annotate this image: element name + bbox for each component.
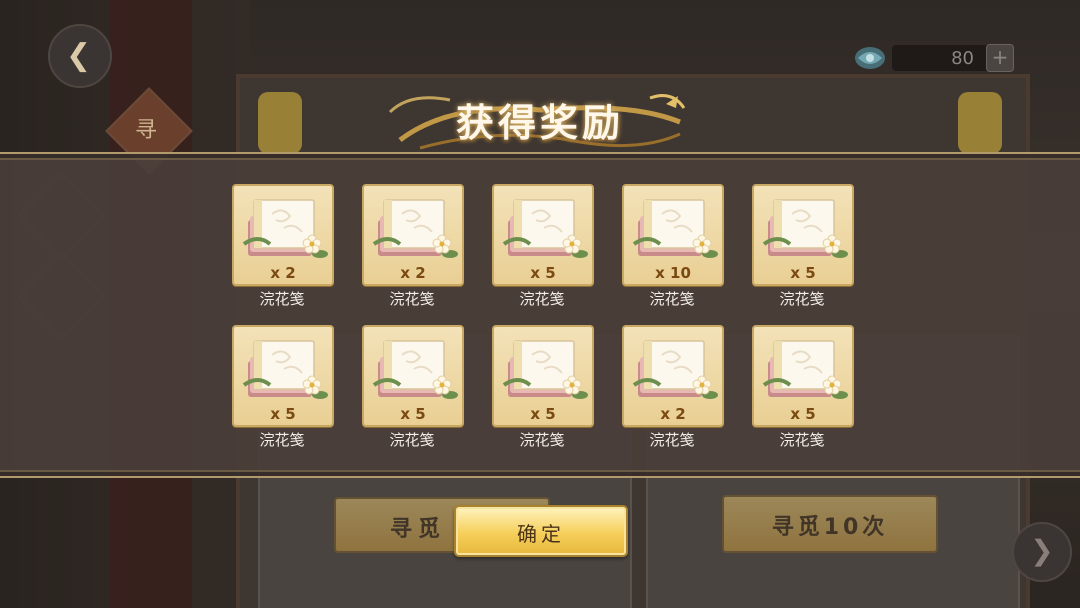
reward-title: 获得奖励: [455, 100, 624, 145]
reward-item-frame: x 5: [362, 325, 464, 427]
reward-item-quantity: x 5: [400, 405, 426, 423]
reward-item-name: 浣花笺: [259, 290, 305, 308]
reward-item-quantity: x 5: [270, 405, 296, 423]
nav-diamond-label: 寻: [135, 118, 158, 143]
reward-item-name: 浣花笺: [389, 431, 435, 449]
reward-item[interactable]: x 5 浣花笺: [752, 184, 854, 310]
reward-item[interactable]: x 2 浣花笺: [232, 184, 334, 310]
reward-item-quantity: x 5: [790, 405, 816, 423]
reward-item-frame: x 5: [492, 184, 594, 286]
reward-item-quantity: x 5: [790, 264, 816, 282]
reward-item[interactable]: x 5 浣花笺: [232, 325, 334, 451]
reward-item-quantity: x 10: [655, 264, 691, 282]
reward-item-name: 浣花笺: [649, 290, 695, 308]
reward-item-quantity: x 2: [400, 264, 426, 282]
search-once-label: 寻觅: [390, 517, 447, 542]
flower-paper-icon: [502, 199, 588, 258]
flower-paper-icon: [242, 199, 328, 258]
next-arrow-button[interactable]: ❯: [1012, 522, 1072, 582]
flower-paper-icon: [502, 340, 588, 399]
flower-paper-icon: [632, 340, 718, 399]
reward-item-quantity: x 2: [270, 264, 296, 282]
reward-item[interactable]: x 2 浣花笺: [622, 325, 724, 451]
lantern-right: [958, 92, 1002, 154]
currency-amount: 80: [951, 48, 974, 69]
reward-item-quantity: x 5: [530, 405, 556, 423]
flower-paper-icon: [762, 340, 848, 399]
reward-item-frame: x 10: [622, 184, 724, 286]
reward-item[interactable]: x 5 浣花笺: [492, 184, 594, 310]
reward-item-frame: x 2: [622, 325, 724, 427]
reward-item-frame: x 5: [752, 184, 854, 286]
reward-item[interactable]: x 5 浣花笺: [492, 325, 594, 451]
reward-item-frame: x 5: [492, 325, 594, 427]
back-button[interactable]: ❮: [48, 24, 112, 88]
back-arrow-icon: ❮: [66, 38, 92, 73]
flower-paper-icon: [632, 199, 718, 258]
flower-paper-icon: [372, 340, 458, 399]
flower-paper-icon: [762, 199, 848, 258]
search-ten-label: 寻觅10次: [771, 515, 889, 540]
add-currency-button[interactable]: +: [986, 44, 1014, 72]
reward-item-frame: x 5: [752, 325, 854, 427]
reward-item-name: 浣花笺: [779, 431, 825, 449]
currency-bar: 80 +: [852, 42, 1014, 74]
reward-item-name: 浣花笺: [519, 431, 565, 449]
reward-item-frame: x 2: [232, 184, 334, 286]
reward-item-frame: x 5: [232, 325, 334, 427]
confirm-label: 确定: [517, 522, 565, 546]
reward-item[interactable]: x 10 浣花笺: [622, 184, 724, 310]
reward-item-name: 浣花笺: [259, 431, 305, 449]
search-ten-button: 寻觅10次: [722, 495, 938, 553]
reward-item[interactable]: x 5 浣花笺: [752, 325, 854, 451]
flower-paper-icon: [242, 340, 328, 399]
lantern-left: [258, 92, 302, 154]
reward-item-name: 浣花笺: [779, 290, 825, 308]
reward-item[interactable]: x 2 浣花笺: [362, 184, 464, 310]
reward-item-quantity: x 5: [530, 264, 556, 282]
confirm-button[interactable]: 确定: [454, 505, 628, 557]
reward-item-quantity: x 2: [660, 405, 686, 423]
reward-item-name: 浣花笺: [519, 290, 565, 308]
next-arrow-icon: ❯: [1030, 534, 1054, 567]
reward-item-frame: x 2: [362, 184, 464, 286]
flower-paper-icon: [372, 199, 458, 258]
reward-item[interactable]: x 5 浣花笺: [362, 325, 464, 451]
reward-item-name: 浣花笺: [389, 290, 435, 308]
reward-item-name: 浣花笺: [649, 431, 695, 449]
reward-title-banner: 获得奖励: [380, 82, 700, 162]
jade-coin-icon: [855, 47, 885, 69]
